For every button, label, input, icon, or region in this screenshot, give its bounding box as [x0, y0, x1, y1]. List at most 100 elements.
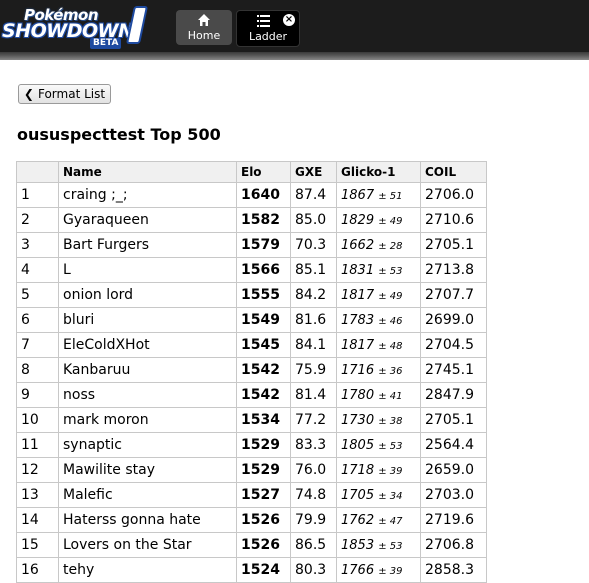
player-name-cell[interactable]: Gyaraqueen — [58, 207, 237, 233]
table-row: 13 Malefic 1527 74.8 1705 ± 34 2703.0 — [16, 482, 487, 508]
player-name-cell[interactable]: Lovers on the Star — [58, 532, 237, 558]
table-row: 14 Haterss gonna hate 1526 79.9 1762 ± 47 271… — [16, 507, 487, 533]
glicko-cell: 1805 ± 53 — [336, 432, 421, 458]
rank-cell: 1 — [16, 182, 59, 208]
elo-cell: 1555 — [236, 282, 291, 308]
player-name-cell[interactable]: Bart Furgers — [58, 232, 237, 258]
glicko-cell: 1817 ± 49 — [336, 282, 421, 308]
coil-cell: 2706.8 — [420, 532, 487, 558]
elo-cell: 1545 — [236, 332, 291, 358]
coil-cell: 2847.9 — [420, 382, 487, 408]
glicko-deviation: ± 53 — [378, 265, 403, 277]
coil-cell: 2704.5 — [420, 332, 487, 358]
table-row: 15 Lovers on the Star 1526 86.5 1853 ± 53 270… — [16, 532, 487, 558]
player-name-cell[interactable]: bluri — [58, 307, 237, 333]
elo-cell: 1526 — [236, 532, 291, 558]
gxe-cell: 86.5 — [290, 532, 337, 558]
gxe-cell: 81.4 — [290, 382, 337, 408]
glicko-deviation: ± 39 — [378, 465, 403, 477]
player-name-cell[interactable]: Kanbaruu — [58, 357, 237, 383]
format-list-button[interactable]: ❮ Format List — [18, 84, 111, 104]
elo-cell: 1542 — [236, 357, 291, 383]
table-row: 3 Bart Furgers 1579 70.3 1662 ± 28 2705.1 — [16, 232, 487, 258]
showdown-logo[interactable]: Pokémon SHOWDOWN BETA — [2, 4, 149, 49]
glicko-deviation: ± 28 — [378, 240, 403, 252]
glicko-cell: 1867 ± 51 — [336, 182, 421, 208]
glicko-cell: 1829 ± 49 — [336, 207, 421, 233]
player-name-cell[interactable]: EleColdXHot — [58, 332, 237, 358]
player-name-cell[interactable]: noss — [58, 382, 237, 408]
glicko-rating: 1716 — [341, 362, 375, 378]
tab-home[interactable]: Home — [176, 10, 232, 45]
rank-cell: 2 — [16, 207, 59, 233]
ladder-table: Name Elo GXE Glicko-1 COIL 1 craing ;_; 16… — [16, 161, 487, 583]
player-name-cell[interactable]: Haterss gonna hate — [58, 507, 237, 533]
coil-cell: 2705.1 — [420, 407, 487, 433]
coil-cell: 2745.1 — [420, 357, 487, 383]
table-row: 12 Mawilite stay 1529 76.0 1718 ± 39 2659.0 — [16, 457, 487, 483]
table-row: 7 EleColdXHot 1545 84.1 1817 ± 48 2704.5 — [16, 332, 487, 358]
player-name-cell[interactable]: mark moron — [58, 407, 237, 433]
glicko-cell: 1783 ± 46 — [336, 307, 421, 333]
rank-cell: 7 — [16, 332, 59, 358]
elo-cell: 1566 — [236, 257, 291, 283]
glicko-rating: 1867 — [341, 187, 375, 203]
player-name-cell[interactable]: Mawilite stay — [58, 457, 237, 483]
logo-beta-badge: BETA — [90, 38, 122, 49]
gxe-cell: 77.2 — [290, 407, 337, 433]
glicko-cell: 1718 ± 39 — [336, 457, 421, 483]
glicko-deviation: ± 48 — [378, 340, 403, 352]
gxe-cell: 85.1 — [290, 257, 337, 283]
glicko-deviation: ± 34 — [378, 490, 403, 502]
table-row: 10 mark moron 1534 77.2 1730 ± 38 2705.1 — [16, 407, 487, 433]
gxe-cell: 83.3 — [290, 432, 337, 458]
player-name-cell[interactable]: L — [58, 257, 237, 283]
glicko-rating: 1817 — [341, 287, 375, 303]
player-name-cell[interactable]: onion lord — [58, 282, 237, 308]
chevron-left-icon: ❮ — [23, 87, 34, 101]
rank-cell: 3 — [16, 232, 59, 258]
column-header-name[interactable]: Name — [58, 161, 237, 183]
elo-cell: 1640 — [236, 182, 291, 208]
player-name-cell[interactable]: Malefic — [58, 482, 237, 508]
column-header-coil[interactable]: COIL — [420, 161, 487, 183]
glicko-rating: 1762 — [341, 512, 375, 528]
table-header-row: Name Elo GXE Glicko-1 COIL — [16, 161, 487, 183]
table-row: 4 L 1566 85.1 1831 ± 53 2713.8 — [16, 257, 487, 283]
column-header-glicko[interactable]: Glicko-1 — [336, 161, 421, 183]
table-row: 6 bluri 1549 81.6 1783 ± 46 2699.0 — [16, 307, 487, 333]
table-row: 11 synaptic 1529 83.3 1805 ± 53 2564.4 — [16, 432, 487, 458]
close-tab-icon[interactable]: × — [283, 14, 295, 26]
coil-cell: 2710.6 — [420, 207, 487, 233]
player-name-cell[interactable]: tehy — [58, 557, 237, 583]
glicko-cell: 1662 ± 28 — [336, 232, 421, 258]
tab-ladder[interactable]: × Ladder — [236, 10, 300, 47]
glicko-cell: 1730 ± 38 — [336, 407, 421, 433]
top-header: Pokémon SHOWDOWN BETA Home × Ladder — [0, 0, 589, 52]
column-header-gxe[interactable]: GXE — [290, 161, 337, 183]
glicko-deviation: ± 39 — [378, 565, 403, 577]
coil-cell: 2659.0 — [420, 457, 487, 483]
column-header-elo[interactable]: Elo — [236, 161, 291, 183]
glicko-rating: 1817 — [341, 337, 375, 353]
coil-cell: 2858.3 — [420, 557, 487, 583]
coil-cell: 2705.1 — [420, 232, 487, 258]
tab-ladder-label: Ladder — [248, 30, 288, 43]
rank-cell: 11 — [16, 432, 59, 458]
elo-cell: 1527 — [236, 482, 291, 508]
player-name-cell[interactable]: craing ;_; — [58, 182, 237, 208]
elo-cell: 1542 — [236, 382, 291, 408]
coil-cell: 2699.0 — [420, 307, 487, 333]
glicko-deviation: ± 47 — [378, 515, 403, 527]
glicko-rating: 1853 — [341, 537, 375, 553]
elo-cell: 1529 — [236, 432, 291, 458]
coil-cell: 2564.4 — [420, 432, 487, 458]
player-name-cell[interactable]: synaptic — [58, 432, 237, 458]
glicko-cell: 1817 ± 48 — [336, 332, 421, 358]
header-divider — [0, 52, 589, 60]
gxe-cell: 70.3 — [290, 232, 337, 258]
home-icon — [176, 14, 232, 26]
rank-cell: 15 — [16, 532, 59, 558]
gxe-cell: 75.9 — [290, 357, 337, 383]
gxe-cell: 74.8 — [290, 482, 337, 508]
